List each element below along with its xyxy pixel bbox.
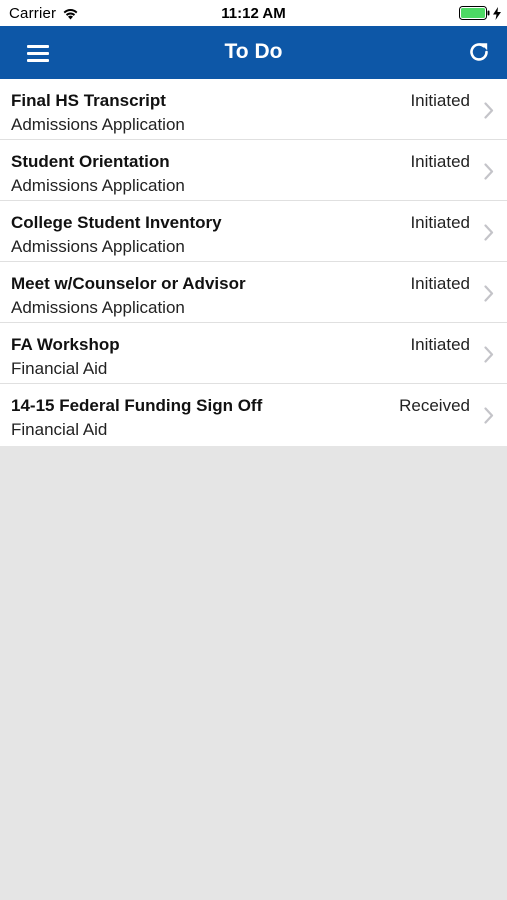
item-category: Admissions Application (11, 115, 185, 134)
item-category: Admissions Application (11, 237, 185, 256)
chevron-right-icon (484, 407, 494, 424)
status-label: Initiated (410, 213, 470, 232)
status-label: Initiated (410, 274, 470, 293)
app-screen: Carrier 11:12 AM To Do Final HS Transcri… (0, 0, 507, 900)
battery-icon (459, 6, 490, 20)
status-bar: Carrier 11:12 AM (0, 0, 507, 26)
item-category: Financial Aid (11, 359, 108, 378)
clock: 11:12 AM (221, 5, 286, 22)
item-category: Admissions Application (11, 298, 185, 317)
chevron-right-icon (484, 163, 494, 180)
charging-bolt-icon (493, 6, 501, 20)
list-item[interactable]: FA Workshop Financial Aid Initiated (0, 323, 507, 384)
status-label: Initiated (410, 91, 470, 110)
nav-bar: To Do (0, 26, 507, 79)
refresh-icon (470, 43, 488, 61)
chevron-right-icon (484, 346, 494, 363)
item-category: Admissions Application (11, 176, 185, 195)
status-label: Received (399, 396, 470, 415)
item-title: Final HS Transcript (11, 91, 166, 110)
page-title: To Do (224, 40, 283, 63)
list-item[interactable]: Final HS Transcript Admissions Applicatio… (0, 79, 507, 140)
chevron-right-icon (484, 102, 494, 119)
status-label: Initiated (410, 152, 470, 171)
list-item[interactable]: Meet w/Counselor or Advisor Admissions Ap… (0, 262, 507, 323)
refresh-button[interactable] (467, 40, 491, 64)
item-title: Student Orientation (11, 152, 170, 171)
item-title: FA Workshop (11, 335, 120, 354)
item-title: Meet w/Counselor or Advisor (11, 274, 246, 293)
chevron-right-icon (484, 285, 494, 302)
status-label: Initiated (410, 335, 470, 354)
item-title: College Student Inventory (11, 213, 222, 232)
list-item[interactable]: College Student Inventory Admissions Appl… (0, 201, 507, 262)
list-item[interactable]: Student Orientation Admissions Applicatio… (0, 140, 507, 201)
item-category: Financial Aid (11, 420, 108, 439)
todo-list: Final HS Transcript Admissions Applicatio… (0, 79, 507, 446)
list-item[interactable]: 14-15 Federal Funding Sign Off Financial … (0, 384, 507, 446)
chevron-right-icon (484, 224, 494, 241)
item-title: 14-15 Federal Funding Sign Off (11, 396, 263, 415)
battery-indicator (459, 6, 501, 20)
